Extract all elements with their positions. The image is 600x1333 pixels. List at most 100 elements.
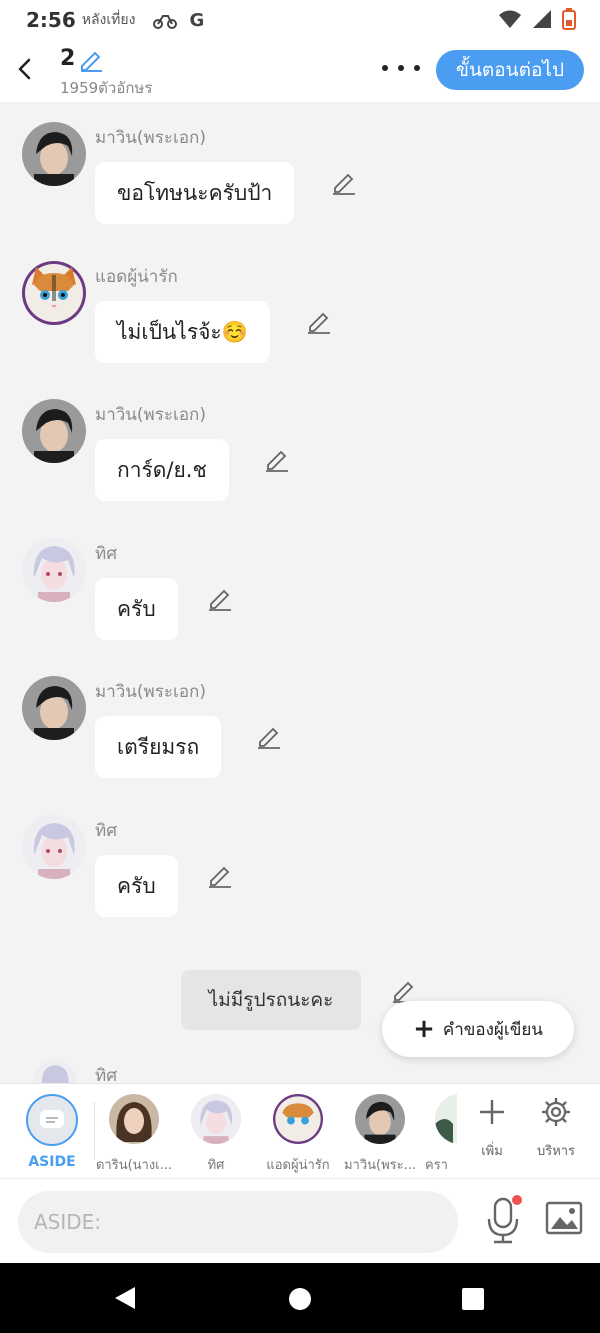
system-nav-bar xyxy=(0,1263,600,1333)
message-row: มาวิน(พระเอก) เตรียมรถ xyxy=(0,676,600,796)
avatar xyxy=(355,1094,405,1144)
character-bar: ASIDE ดาริน(นางเ... ทิศ แอดผู้น่ารัก มาว… xyxy=(0,1083,600,1178)
dark-hair-boy-avatar-icon xyxy=(22,399,86,463)
google-icon: G xyxy=(189,9,205,31)
avatar[interactable] xyxy=(22,676,86,740)
chat-area[interactable]: มาวิน(พระเอก) ขอโทษนะครับป้า แอดผู้น่ารั… xyxy=(0,102,600,1083)
battery-icon xyxy=(562,8,576,30)
edit-message-icon[interactable] xyxy=(306,309,332,335)
character-label: แอดผู้น่ารัก xyxy=(266,1158,330,1173)
cat-avatar-icon xyxy=(273,1094,323,1144)
character-aside[interactable]: ASIDE xyxy=(7,1094,97,1170)
image-icon[interactable] xyxy=(545,1201,583,1235)
aside-avatar xyxy=(26,1094,78,1146)
sender-name: ทิศ xyxy=(95,1066,117,1083)
message-row: ทิศ ครับ xyxy=(0,538,600,658)
character-item[interactable]: ครา xyxy=(417,1094,457,1175)
avatar[interactable] xyxy=(22,815,86,879)
message-bubble[interactable]: ขอโทษนะครับป้า xyxy=(95,162,295,224)
edit-message-icon[interactable] xyxy=(264,447,290,473)
character-item[interactable]: แอดผู้น่ารัก xyxy=(253,1094,343,1175)
manage-characters-button[interactable]: บริหาร xyxy=(528,1096,584,1161)
message-row: ทิศ xyxy=(0,1060,600,1083)
character-item[interactable]: มาวิน(พระ... xyxy=(335,1094,425,1175)
edit-message-icon[interactable] xyxy=(207,586,233,612)
avatar xyxy=(435,1094,457,1144)
author-note-label: คำของผู้เขียน xyxy=(442,1019,543,1040)
edit-message-icon[interactable] xyxy=(331,170,357,196)
chat-bubble-icon xyxy=(40,1110,64,1128)
avatar[interactable] xyxy=(22,399,86,463)
add-label: เพิ่ม xyxy=(481,1144,503,1159)
silver-hair-avatar-icon xyxy=(191,1094,241,1144)
message-bubble[interactable]: เตรียมรถ xyxy=(95,716,222,778)
plus-icon: + xyxy=(413,1014,435,1044)
partial-avatar-icon xyxy=(435,1094,457,1144)
nav-back-icon[interactable] xyxy=(113,1285,137,1311)
character-label: มาวิน(พระ... xyxy=(343,1158,417,1173)
avatar xyxy=(191,1094,241,1144)
message-bubble[interactable]: ครับ xyxy=(95,578,178,640)
character-item[interactable]: ทิศ xyxy=(171,1094,261,1175)
plus-icon xyxy=(480,1100,504,1124)
character-item[interactable]: ดาริน(นางเ... xyxy=(89,1094,179,1175)
char-count: 1959ตัวอักษร xyxy=(60,79,153,97)
silver-hair-avatar-icon xyxy=(34,1060,76,1083)
message-row: มาวิน(พระเอก) ขอโทษนะครับป้า xyxy=(0,122,600,242)
back-icon[interactable] xyxy=(10,54,40,84)
sender-name: ทิศ xyxy=(95,821,117,841)
status-system-icons xyxy=(498,8,576,30)
sender-name: มาวิน(พระเอก) xyxy=(95,682,206,702)
character-label: ครา xyxy=(425,1158,448,1173)
next-step-button[interactable]: ขั้นตอนต่อไป xyxy=(436,50,584,90)
sender-name: มาวิน(พระเอก) xyxy=(95,405,206,425)
cat-avatar-icon xyxy=(22,261,86,325)
status-notification-icons: G xyxy=(153,10,204,31)
app-header: 2 1959ตัวอักษร ขั้นตอนต่อไป xyxy=(0,40,600,102)
message-row: มาวิน(พระเอก) การ์ด/ย.ช xyxy=(0,399,600,519)
message-row: ทิศ ครับ xyxy=(0,815,600,935)
message-input[interactable] xyxy=(18,1191,458,1253)
input-bar xyxy=(0,1178,600,1263)
sender-name: มาวิน(พระเอก) xyxy=(95,128,206,148)
character-label: ดาริน(นางเ... xyxy=(95,1158,173,1173)
status-bar: 2:56 หลังเที่ยง G xyxy=(0,0,600,40)
page-title[interactable]: 2 xyxy=(60,46,75,71)
avatar[interactable] xyxy=(22,261,86,325)
nav-recent-apps-icon[interactable] xyxy=(462,1288,484,1310)
aside-message-bubble[interactable]: ไม่มีรูปรถนะคะ xyxy=(181,970,361,1030)
message-bubble[interactable]: ครับ xyxy=(95,855,178,917)
message-bubble[interactable]: การ์ด/ย.ช xyxy=(95,439,229,501)
silver-hair-avatar-icon xyxy=(22,538,86,602)
status-time: 2:56 xyxy=(26,8,76,32)
edit-message-icon[interactable] xyxy=(207,863,233,889)
avatar xyxy=(109,1094,159,1144)
avatar[interactable] xyxy=(22,538,86,602)
message-row: แอดผู้น่ารัก ไม่เป็นไรจ้ะ☺️ xyxy=(0,261,600,381)
status-period: หลังเที่ยง xyxy=(81,12,136,28)
dark-hair-boy-avatar-icon xyxy=(22,122,86,186)
author-note-button[interactable]: + คำของผู้เขียน xyxy=(382,1001,574,1057)
character-label: ทิศ xyxy=(207,1158,225,1173)
avatar[interactable] xyxy=(22,122,86,186)
nav-home-icon[interactable] xyxy=(289,1288,311,1310)
add-character-button[interactable]: เพิ่ม xyxy=(468,1096,516,1161)
edit-message-icon[interactable] xyxy=(256,724,282,750)
aside-label: ASIDE xyxy=(28,1154,76,1170)
sender-name: ทิศ xyxy=(95,544,117,564)
silver-hair-avatar-icon xyxy=(22,815,86,879)
dark-hair-boy-avatar-icon xyxy=(22,676,86,740)
recording-dot-icon xyxy=(512,1195,522,1205)
bike-icon xyxy=(153,15,178,29)
gear-icon xyxy=(542,1098,570,1126)
dark-hair-boy-avatar-icon xyxy=(355,1094,405,1144)
more-options-icon[interactable] xyxy=(382,56,420,80)
wifi-icon xyxy=(499,10,521,28)
sender-name: แอดผู้น่ารัก xyxy=(95,267,178,287)
brown-hair-girl-avatar-icon xyxy=(109,1094,159,1144)
avatar[interactable] xyxy=(34,1060,76,1083)
edit-title-icon[interactable] xyxy=(78,46,104,72)
signal-icon xyxy=(533,10,551,28)
message-bubble[interactable]: ไม่เป็นไรจ้ะ☺️ xyxy=(95,301,270,363)
avatar xyxy=(273,1094,323,1144)
